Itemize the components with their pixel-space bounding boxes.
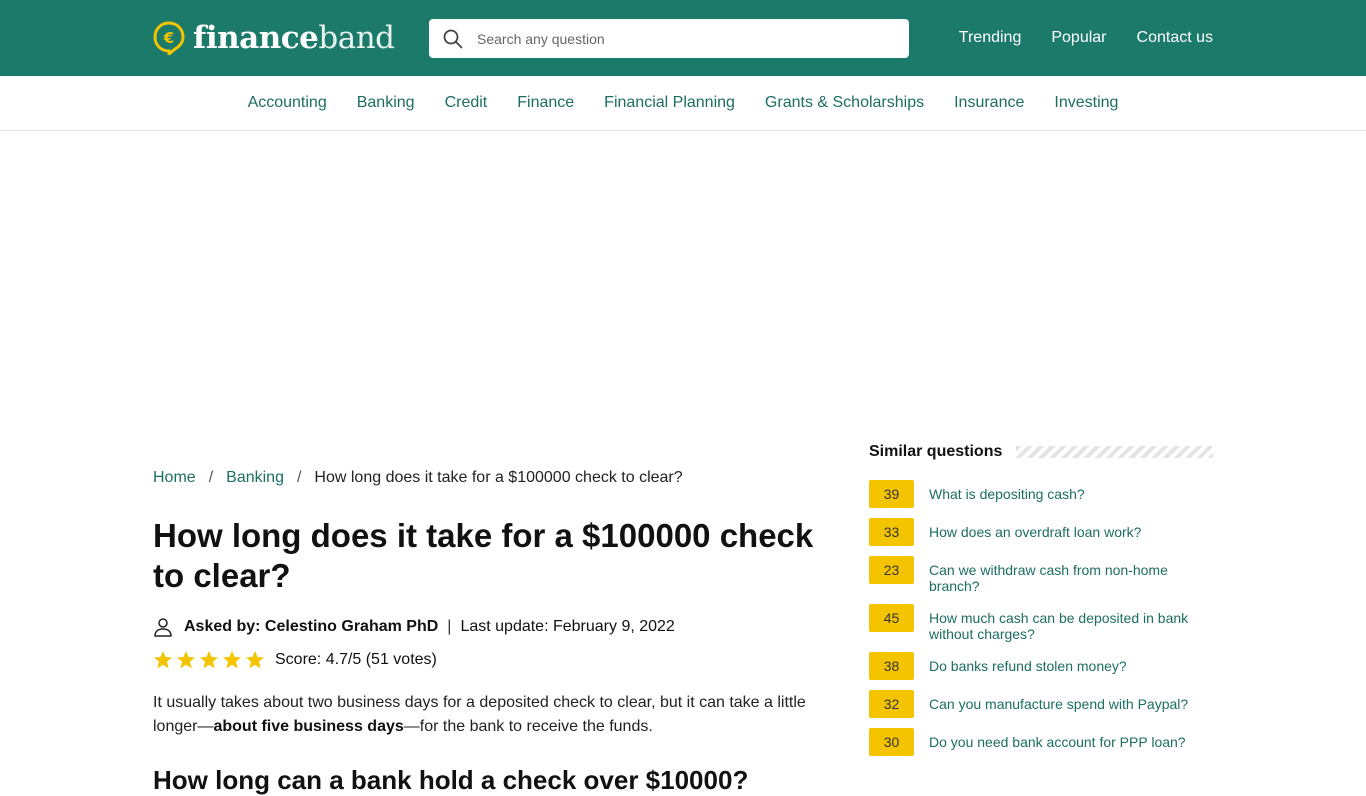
question-count-badge: 45 [869, 604, 914, 632]
similar-questions-sidebar: Similar questions 39 What is depositing … [869, 440, 1213, 766]
star-icon [223, 651, 241, 669]
logo-text-bold: finance [193, 20, 319, 56]
top-nav: Trending Popular Contact us [959, 0, 1213, 76]
main-content: Home / Banking / How long does it take f… [153, 466, 833, 796]
similar-question-link[interactable]: How much cash can be deposited in bank w… [929, 604, 1213, 642]
nav-trending[interactable]: Trending [959, 29, 1022, 47]
search-input[interactable] [477, 30, 877, 47]
similar-question-item[interactable]: 32 Can you manufacture spend with Paypal… [869, 690, 1213, 718]
similar-question-item[interactable]: 30 Do you need bank account for PPP loan… [869, 728, 1213, 756]
similar-question-item[interactable]: 45 How much cash can be deposited in ban… [869, 604, 1213, 642]
similar-question-link[interactable]: What is depositing cash? [929, 480, 1213, 502]
question-count-badge: 38 [869, 652, 914, 680]
logo-text: financeband [193, 20, 395, 56]
sidebar-title-text: Similar questions [869, 443, 1003, 460]
section-heading: How long can a bank hold a check over $1… [153, 765, 749, 795]
score-text: Score: 4.7/5 (51 votes) [275, 651, 437, 668]
question-meta: Asked by: Celestino Graham PhD | Last up… [153, 616, 833, 638]
ad-space [0, 131, 1366, 431]
category-credit[interactable]: Credit [445, 94, 488, 112]
star-icon [177, 651, 195, 669]
search-bar[interactable] [429, 19, 909, 58]
similar-question-link[interactable]: Can we withdraw cash from non-home branc… [929, 556, 1213, 594]
sidebar-title: Similar questions [869, 440, 1213, 464]
last-update: Last update: February 9, 2022 [460, 618, 675, 635]
rating: Score: 4.7/5 (51 votes) [153, 649, 833, 671]
asked-by: Asked by: Celestino Graham PhD [184, 618, 439, 635]
euro-bubble-icon: € [153, 21, 185, 55]
meta-divider: | [447, 618, 452, 635]
answer-paragraph: It usually takes about two business days… [153, 691, 833, 739]
answer-text-end: —for the bank to receive the funds. [403, 718, 653, 735]
similar-question-link[interactable]: Do you need bank account for PPP loan? [929, 728, 1213, 750]
category-banking[interactable]: Banking [357, 94, 415, 112]
page-title: How long does it take for a $100000 chec… [153, 517, 814, 594]
search-icon [443, 29, 463, 48]
similar-question-link[interactable]: How does an overdraft loan work? [929, 518, 1213, 540]
question-count-badge: 23 [869, 556, 914, 584]
svg-text:€: € [163, 29, 174, 47]
category-accounting[interactable]: Accounting [248, 94, 327, 112]
star-rating [153, 650, 265, 670]
top-header-bar: € financeband Trending Popular Contact u… [0, 0, 1366, 76]
nav-popular[interactable]: Popular [1051, 29, 1106, 47]
breadcrumb-separator: / [296, 469, 302, 486]
breadcrumb-separator: / [208, 469, 214, 486]
similar-question-link[interactable]: Do banks refund stolen money? [929, 652, 1213, 674]
category-finance[interactable]: Finance [517, 94, 574, 112]
nav-contact-us[interactable]: Contact us [1137, 29, 1213, 47]
category-investing[interactable]: Investing [1054, 94, 1118, 112]
similar-question-item[interactable]: 38 Do banks refund stolen money? [869, 652, 1213, 680]
star-icon [246, 651, 264, 669]
breadcrumb-banking[interactable]: Banking [226, 469, 284, 487]
sidebar-title-stripes [1016, 446, 1213, 458]
site-logo[interactable]: € financeband [153, 20, 395, 56]
similar-question-item[interactable]: 23 Can we withdraw cash from non-home br… [869, 556, 1213, 594]
similar-question-link[interactable]: Can you manufacture spend with Paypal? [929, 690, 1213, 712]
answer-text-bold: about five business days [213, 718, 404, 735]
star-icon [200, 651, 218, 669]
question-count-badge: 39 [869, 480, 914, 508]
logo-text-light: band [318, 20, 395, 56]
breadcrumb: Home / Banking / How long does it take f… [153, 466, 833, 490]
similar-question-item[interactable]: 33 How does an overdraft loan work? [869, 518, 1213, 546]
category-financial-planning[interactable]: Financial Planning [604, 94, 735, 112]
user-icon [154, 618, 172, 637]
breadcrumb-home[interactable]: Home [153, 469, 196, 487]
question-count-badge: 33 [869, 518, 914, 546]
star-icon [154, 651, 172, 669]
question-count-badge: 32 [869, 690, 914, 718]
breadcrumb-current: How long does it take for a $100000 chec… [314, 469, 683, 486]
similar-question-item[interactable]: 39 What is depositing cash? [869, 480, 1213, 508]
question-count-badge: 30 [869, 728, 914, 756]
category-grants-scholarships[interactable]: Grants & Scholarships [765, 94, 924, 112]
category-nav: Accounting Banking Credit Finance Financ… [0, 76, 1366, 131]
category-insurance[interactable]: Insurance [954, 94, 1024, 112]
similar-questions-list: 39 What is depositing cash? 33 How does … [869, 480, 1213, 756]
